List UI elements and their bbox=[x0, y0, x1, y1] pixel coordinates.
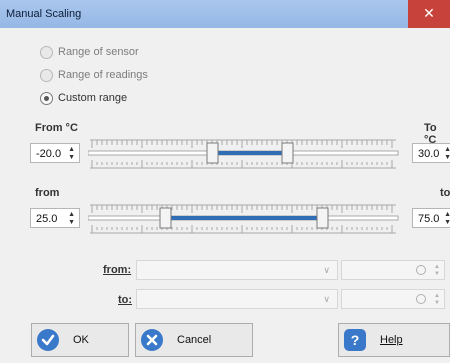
spinner-value: -20.0 bbox=[36, 148, 62, 160]
radio-range-of-readings[interactable]: Range of readings bbox=[40, 66, 148, 84]
title-bar: Manual Scaling ✕ bbox=[0, 0, 450, 28]
date-to-select[interactable]: ∨ bbox=[136, 289, 338, 309]
from-celsius-spinner[interactable]: -20.0 ▲ ▼ bbox=[30, 143, 80, 163]
radio-checked-icon bbox=[40, 91, 53, 105]
slider-fill bbox=[214, 151, 286, 155]
spin-down-icon[interactable]: ▼ bbox=[434, 271, 440, 277]
close-icon: ✕ bbox=[423, 5, 435, 21]
chevron-down-icon: ∨ bbox=[323, 294, 330, 304]
spinner-value: 25.0 bbox=[36, 213, 58, 225]
close-button[interactable]: ✕ bbox=[408, 0, 450, 28]
window-title: Manual Scaling bbox=[6, 8, 82, 20]
manual-scaling-dialog: Manual Scaling ✕ Range of sensor Range o… bbox=[0, 0, 450, 363]
slider-handle-min[interactable] bbox=[206, 142, 219, 164]
spin-up-icon[interactable]: ▲ bbox=[434, 264, 440, 270]
slider-handle-min[interactable] bbox=[159, 207, 172, 229]
help-icon: ? bbox=[344, 329, 366, 351]
slider-handle-max[interactable] bbox=[281, 142, 294, 164]
spin-up-icon[interactable]: ▲ bbox=[434, 293, 440, 299]
help-label: Help bbox=[380, 334, 403, 346]
radio-range-of-sensor[interactable]: Range of sensor bbox=[40, 43, 139, 61]
cancel-label: Cancel bbox=[177, 334, 212, 346]
clock-icon bbox=[416, 294, 426, 304]
slider-fill bbox=[167, 216, 321, 220]
spin-up-icon[interactable]: ▲ bbox=[444, 211, 450, 218]
spin-up-icon[interactable]: ▲ bbox=[444, 146, 450, 153]
spin-down-icon[interactable]: ▼ bbox=[444, 219, 450, 226]
secondary-range-slider[interactable] bbox=[88, 197, 400, 241]
radio-label: Custom range bbox=[58, 92, 128, 104]
spin-down-icon[interactable]: ▼ bbox=[434, 300, 440, 306]
ok-button[interactable]: OK bbox=[31, 323, 129, 357]
date-from-label: from: bbox=[103, 264, 132, 276]
checkmark-icon bbox=[37, 329, 59, 351]
radio-label: Range of sensor bbox=[58, 46, 139, 58]
spin-up-icon[interactable]: ▲ bbox=[68, 211, 75, 218]
from-celsius-label: From °C bbox=[35, 122, 78, 134]
cancel-button[interactable]: Cancel bbox=[135, 323, 253, 357]
date-to-label: to: bbox=[118, 294, 133, 306]
to-spinner[interactable]: 75.0 ▲ ▼ bbox=[412, 208, 450, 228]
radio-icon bbox=[40, 45, 53, 59]
spin-down-icon[interactable]: ▼ bbox=[444, 154, 450, 161]
spin-down-icon[interactable]: ▼ bbox=[68, 219, 75, 226]
cancel-icon bbox=[141, 329, 163, 351]
time-to-input[interactable]: ▲ ▼ bbox=[341, 289, 445, 309]
from-spinner[interactable]: 25.0 ▲ ▼ bbox=[30, 208, 80, 228]
chevron-down-icon: ∨ bbox=[323, 265, 330, 275]
spin-down-icon[interactable]: ▼ bbox=[68, 154, 75, 161]
radio-custom-range[interactable]: Custom range bbox=[40, 89, 127, 107]
radio-label: Range of readings bbox=[58, 69, 148, 81]
date-from-select[interactable]: ∨ bbox=[136, 260, 338, 280]
from-label: from bbox=[35, 187, 60, 199]
to-celsius-spinner[interactable]: 30.0 ▲ ▼ bbox=[412, 143, 450, 163]
svg-text:?: ? bbox=[351, 332, 360, 348]
to-label: to bbox=[440, 187, 450, 199]
time-from-input[interactable]: ▲ ▼ bbox=[341, 260, 445, 280]
spinner-value: 30.0 bbox=[418, 148, 440, 160]
ok-label: OK bbox=[73, 334, 89, 346]
help-button[interactable]: ? Help bbox=[338, 323, 450, 357]
radio-icon bbox=[40, 68, 53, 82]
spin-up-icon[interactable]: ▲ bbox=[68, 146, 75, 153]
clock-icon bbox=[416, 265, 426, 275]
slider-graphic bbox=[88, 139, 399, 169]
temperature-range-slider[interactable] bbox=[88, 132, 400, 176]
slider-handle-max[interactable] bbox=[316, 207, 329, 229]
slider-graphic bbox=[88, 204, 399, 234]
spinner-value: 75.0 bbox=[418, 213, 440, 225]
